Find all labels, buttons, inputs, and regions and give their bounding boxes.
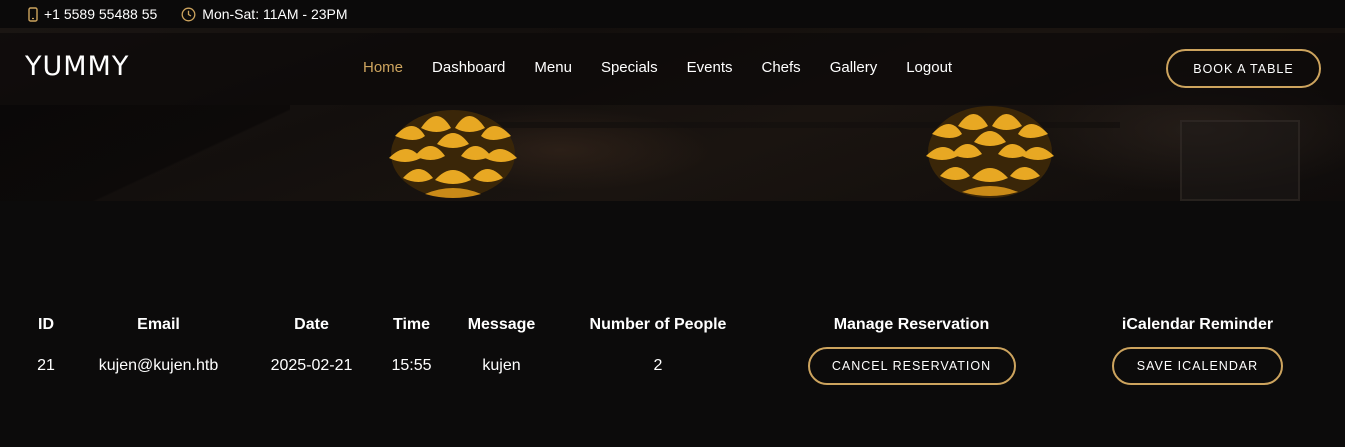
table-row: 21 kujen@kujen.htb 2025-02-21 15:55 kuje… bbox=[20, 345, 1330, 387]
table-header-row: ID Email Date Time Message Number of Peo… bbox=[20, 305, 1330, 345]
opening-hours: Mon-Sat: 11AM - 23PM bbox=[202, 6, 348, 22]
clock-icon bbox=[181, 7, 196, 21]
nav-dashboard[interactable]: Dashboard bbox=[432, 59, 505, 76]
book-a-table-button[interactable]: BOOK A TABLE bbox=[1166, 49, 1321, 88]
nav-specials[interactable]: Specials bbox=[601, 59, 658, 76]
nav-events[interactable]: Events bbox=[687, 59, 733, 76]
site-logo[interactable]: YUMMY bbox=[25, 51, 129, 82]
topbar: +1 5589 55488 55 Mon-Sat: 11AM - 23PM bbox=[0, 0, 1345, 28]
topbar-phone: +1 5589 55488 55 bbox=[28, 6, 157, 22]
pendant-lamp-right bbox=[922, 92, 1058, 201]
header-number-of-people: Number of People bbox=[589, 316, 727, 333]
pendant-lamp-left bbox=[385, 96, 521, 201]
header-time: Time bbox=[392, 316, 431, 333]
cancel-reservation-button[interactable]: CANCEL RESERVATION bbox=[807, 347, 1016, 385]
cell-manage: CANCEL RESERVATION bbox=[758, 345, 1065, 387]
cell-email: kujen@kujen.htb bbox=[98, 357, 219, 374]
cell-icalendar: SAVE ICALENDAR bbox=[1065, 345, 1330, 387]
cell-message: kujen bbox=[482, 357, 521, 374]
header-id: ID bbox=[38, 316, 54, 333]
header-icalendar-reminder: iCalendar Reminder bbox=[1121, 316, 1274, 333]
phone-number: +1 5589 55488 55 bbox=[44, 6, 158, 22]
nav-logout[interactable]: Logout bbox=[906, 59, 952, 76]
topbar-hours: Mon-Sat: 11AM - 23PM bbox=[181, 6, 348, 22]
header-message: Message bbox=[467, 316, 536, 333]
nav-chefs[interactable]: Chefs bbox=[762, 59, 801, 76]
cell-people: 2 bbox=[653, 357, 663, 374]
nav-gallery[interactable]: Gallery bbox=[830, 59, 878, 76]
header: YUMMY Home Dashboard Menu Specials Event… bbox=[0, 33, 1345, 105]
nav-home[interactable]: Home bbox=[363, 59, 403, 76]
hero-shadow bbox=[0, 105, 290, 201]
header-email: Email bbox=[137, 316, 180, 333]
cell-id: 21 bbox=[37, 357, 55, 374]
reservations-table: ID Email Date Time Message Number of Peo… bbox=[20, 305, 1330, 387]
phone-icon bbox=[28, 6, 38, 22]
header-manage-reservation: Manage Reservation bbox=[833, 316, 990, 333]
cell-time: 15:55 bbox=[391, 357, 432, 374]
hero-cabinet bbox=[1180, 120, 1300, 201]
nav-menu[interactable]: Menu bbox=[534, 59, 572, 76]
save-icalendar-button[interactable]: SAVE ICALENDAR bbox=[1112, 347, 1283, 385]
main-nav: Home Dashboard Menu Specials Events Chef… bbox=[363, 59, 981, 76]
header-date: Date bbox=[294, 316, 329, 333]
cell-date: 2025-02-21 bbox=[270, 357, 353, 374]
